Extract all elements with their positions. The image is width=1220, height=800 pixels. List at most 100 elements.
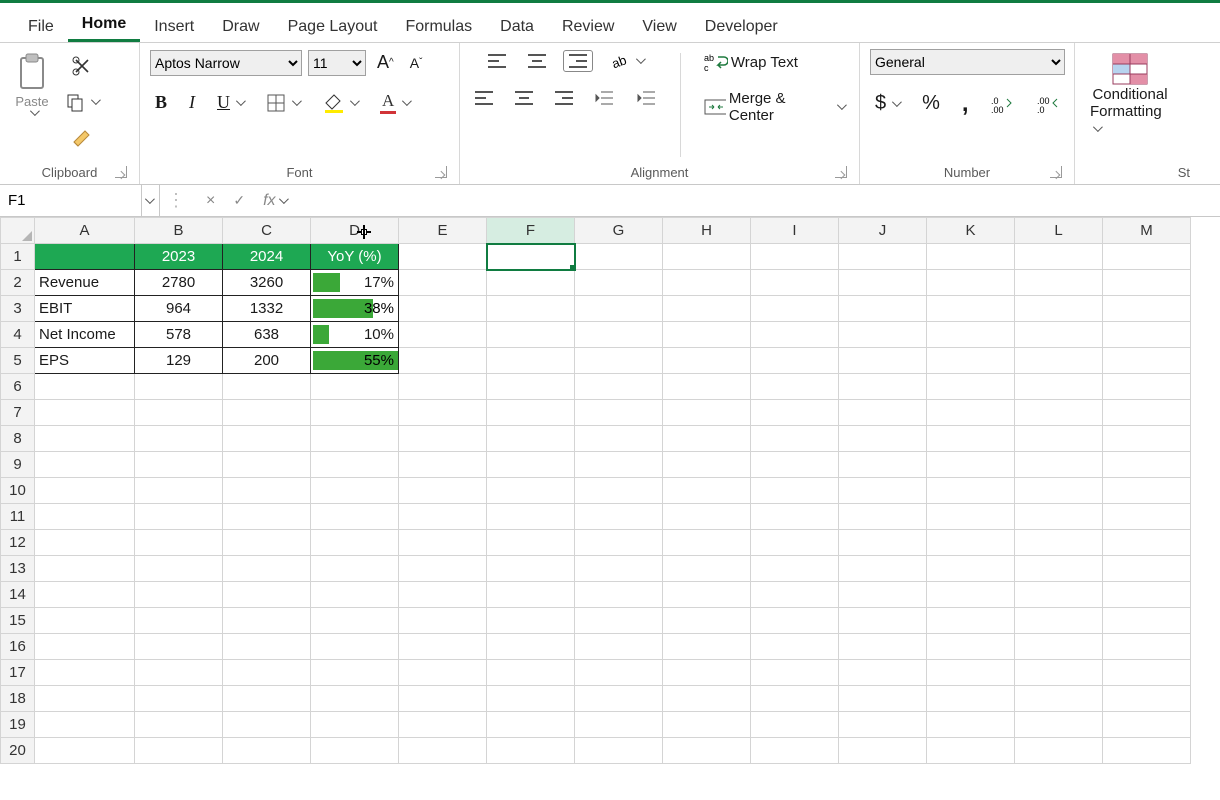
- cell-K6[interactable]: [927, 374, 1015, 400]
- row-header-6[interactable]: 6: [1, 374, 35, 400]
- cell-D15[interactable]: [311, 608, 399, 634]
- cell-L7[interactable]: [1015, 400, 1103, 426]
- cell-K4[interactable]: [927, 322, 1015, 348]
- cell-E15[interactable]: [399, 608, 487, 634]
- cell-K11[interactable]: [927, 504, 1015, 530]
- cell-B4[interactable]: 578: [135, 322, 223, 348]
- cell-L19[interactable]: [1015, 712, 1103, 738]
- row-header-15[interactable]: 15: [1, 608, 35, 634]
- cell-A4[interactable]: Net Income: [35, 322, 135, 348]
- cell-A1[interactable]: [35, 244, 135, 270]
- column-header-M[interactable]: M: [1103, 218, 1191, 244]
- cell-K3[interactable]: [927, 296, 1015, 322]
- tab-draw[interactable]: Draw: [208, 10, 273, 42]
- cell-K18[interactable]: [927, 686, 1015, 712]
- cell-F3[interactable]: [487, 296, 575, 322]
- cell-E13[interactable]: [399, 556, 487, 582]
- cell-H14[interactable]: [663, 582, 751, 608]
- cell-K17[interactable]: [927, 660, 1015, 686]
- grow-font-button[interactable]: A^: [372, 49, 399, 76]
- cell-C1[interactable]: 2024: [223, 244, 311, 270]
- cell-J1[interactable]: [839, 244, 927, 270]
- cell-C4[interactable]: 638: [223, 322, 311, 348]
- cell-H12[interactable]: [663, 530, 751, 556]
- cell-F16[interactable]: [487, 634, 575, 660]
- cell-A5[interactable]: EPS: [35, 348, 135, 374]
- cell-D10[interactable]: [311, 478, 399, 504]
- paste-button[interactable]: Paste: [10, 49, 54, 120]
- cell-F5[interactable]: [487, 348, 575, 374]
- column-header-H[interactable]: H: [663, 218, 751, 244]
- cell-A9[interactable]: [35, 452, 135, 478]
- cell-I11[interactable]: [751, 504, 839, 530]
- cell-L16[interactable]: [1015, 634, 1103, 660]
- cell-M20[interactable]: [1103, 738, 1191, 764]
- cell-B8[interactable]: [135, 426, 223, 452]
- cell-F1[interactable]: [487, 244, 575, 270]
- cell-J8[interactable]: [839, 426, 927, 452]
- tab-home[interactable]: Home: [68, 7, 140, 42]
- cell-E1[interactable]: [399, 244, 487, 270]
- cell-J4[interactable]: [839, 322, 927, 348]
- cell-B1[interactable]: 2023: [135, 244, 223, 270]
- cell-F4[interactable]: [487, 322, 575, 348]
- cell-I1[interactable]: [751, 244, 839, 270]
- cell-F11[interactable]: [487, 504, 575, 530]
- cell-J10[interactable]: [839, 478, 927, 504]
- cell-J5[interactable]: [839, 348, 927, 374]
- cell-M18[interactable]: [1103, 686, 1191, 712]
- cell-F9[interactable]: [487, 452, 575, 478]
- tab-review[interactable]: Review: [548, 10, 628, 42]
- align-top-button[interactable]: [483, 51, 511, 71]
- cell-M17[interactable]: [1103, 660, 1191, 686]
- cell-J20[interactable]: [839, 738, 927, 764]
- cell-G19[interactable]: [575, 712, 663, 738]
- row-header-16[interactable]: 16: [1, 634, 35, 660]
- cell-L12[interactable]: [1015, 530, 1103, 556]
- cell-A18[interactable]: [35, 686, 135, 712]
- cell-I7[interactable]: [751, 400, 839, 426]
- cell-G14[interactable]: [575, 582, 663, 608]
- cell-M12[interactable]: [1103, 530, 1191, 556]
- cell-G15[interactable]: [575, 608, 663, 634]
- row-header-14[interactable]: 14: [1, 582, 35, 608]
- cell-A7[interactable]: [35, 400, 135, 426]
- cell-C12[interactable]: [223, 530, 311, 556]
- cell-L2[interactable]: [1015, 270, 1103, 296]
- cell-I13[interactable]: [751, 556, 839, 582]
- cell-F13[interactable]: [487, 556, 575, 582]
- cell-H18[interactable]: [663, 686, 751, 712]
- cell-K15[interactable]: [927, 608, 1015, 634]
- cell-L10[interactable]: [1015, 478, 1103, 504]
- cell-I10[interactable]: [751, 478, 839, 504]
- shrink-font-button[interactable]: Aˇ: [405, 52, 428, 74]
- cell-F6[interactable]: [487, 374, 575, 400]
- cell-M11[interactable]: [1103, 504, 1191, 530]
- borders-button[interactable]: [261, 90, 305, 116]
- cell-C15[interactable]: [223, 608, 311, 634]
- cell-A16[interactable]: [35, 634, 135, 660]
- cell-K1[interactable]: [927, 244, 1015, 270]
- cell-H9[interactable]: [663, 452, 751, 478]
- cell-G8[interactable]: [575, 426, 663, 452]
- cell-D3[interactable]: 38%: [311, 296, 399, 322]
- cell-G12[interactable]: [575, 530, 663, 556]
- cell-J6[interactable]: [839, 374, 927, 400]
- cell-E12[interactable]: [399, 530, 487, 556]
- cell-C9[interactable]: [223, 452, 311, 478]
- cell-B14[interactable]: [135, 582, 223, 608]
- cell-C5[interactable]: 200: [223, 348, 311, 374]
- cell-D17[interactable]: [311, 660, 399, 686]
- tab-formulas[interactable]: Formulas: [391, 10, 486, 42]
- cell-E20[interactable]: [399, 738, 487, 764]
- cell-D2[interactable]: 17%: [311, 270, 399, 296]
- cell-C2[interactable]: 3260: [223, 270, 311, 296]
- cell-G7[interactable]: [575, 400, 663, 426]
- cell-A2[interactable]: Revenue: [35, 270, 135, 296]
- fill-color-button[interactable]: [317, 90, 363, 116]
- tab-file[interactable]: File: [14, 10, 68, 42]
- cell-B20[interactable]: [135, 738, 223, 764]
- cell-I17[interactable]: [751, 660, 839, 686]
- cell-B6[interactable]: [135, 374, 223, 400]
- cell-C7[interactable]: [223, 400, 311, 426]
